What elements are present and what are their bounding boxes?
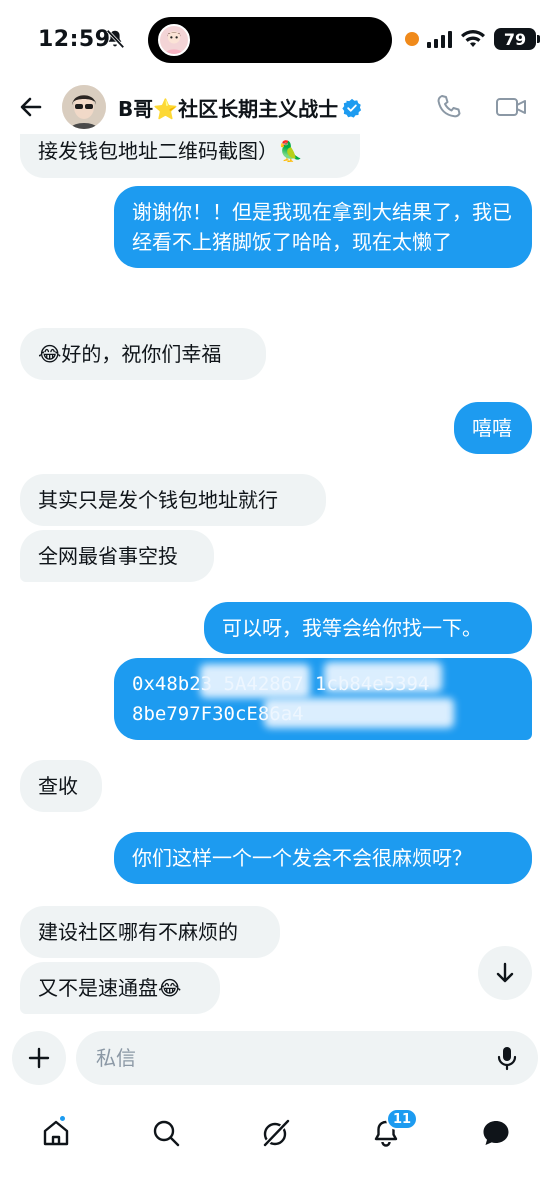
message-input-container xyxy=(76,1031,538,1085)
dynamic-island xyxy=(148,17,392,63)
nav-notifications[interactable]: 11 xyxy=(358,1108,419,1158)
message-text: 建设社区哪有不麻烦的 xyxy=(38,920,238,944)
message-text: 全网最省事空投 xyxy=(38,544,178,568)
contact-avatar[interactable] xyxy=(62,85,106,129)
bottom-navigation: 11 xyxy=(0,1100,552,1200)
message-input[interactable] xyxy=(96,1031,476,1085)
received-message[interactable]: 其实只是发个钱包地址就行 xyxy=(20,474,326,526)
add-attachment-button[interactable] xyxy=(12,1031,66,1085)
arrow-down-icon xyxy=(496,962,514,983)
notifications-badge: 11 xyxy=(386,1108,419,1130)
video-call-icon[interactable] xyxy=(494,92,528,122)
message-text-line: 接发钱包地址二维码截图）🦜 xyxy=(38,139,303,163)
contact-name[interactable]: B哥⭐社区长期主义战士 xyxy=(118,93,362,122)
verified-badge-icon xyxy=(342,98,362,118)
message-text: 其实只是发个钱包地址就行 xyxy=(38,488,278,512)
island-avatar xyxy=(158,24,190,56)
sent-message[interactable]: 可以呀，我等会给你找一下。 xyxy=(204,602,532,654)
message-composer xyxy=(0,1028,552,1092)
back-arrow-icon[interactable] xyxy=(16,92,46,122)
received-message[interactable]: 又不是速通盘😂 xyxy=(20,962,220,1014)
nav-messages[interactable] xyxy=(468,1108,524,1158)
battery-indicator: 79 xyxy=(494,28,540,50)
received-message[interactable]: 建设社区哪有不麻烦的 xyxy=(20,906,280,958)
redaction-blur xyxy=(324,662,442,692)
contact-name-text: B哥⭐社区长期主义战士 xyxy=(118,97,339,121)
chat-header: B哥⭐社区长期主义战士 xyxy=(0,80,552,134)
message-text: 查收 xyxy=(38,774,78,798)
message-text: 又不是速通盘😂 xyxy=(38,976,182,1000)
received-message[interactable]: 查收 xyxy=(20,760,102,812)
home-unread-dot xyxy=(58,1114,67,1123)
scroll-to-bottom-button[interactable] xyxy=(478,946,532,1000)
status-bar: 12:59 79 xyxy=(0,0,552,84)
bell-off-icon xyxy=(106,29,125,49)
redaction-blur xyxy=(200,664,310,698)
sent-message[interactable]: 你们这样一个一个发会不会很麻烦呀？ xyxy=(114,832,532,884)
microphone-icon[interactable] xyxy=(494,1045,520,1071)
message-text: 😂好的，祝你们幸福 xyxy=(38,342,222,366)
messages-icon xyxy=(483,1121,509,1145)
plus-icon xyxy=(28,1047,50,1069)
nav-grok[interactable] xyxy=(248,1108,304,1158)
received-message[interactable]: 全网最省事空投 xyxy=(20,530,214,582)
status-time: 12:59 xyxy=(38,27,111,52)
wifi-icon xyxy=(461,30,485,47)
received-message[interactable]: 😂好的，祝你们幸福 xyxy=(20,328,266,380)
message-text: 嘻嘻 xyxy=(472,416,512,440)
signal-icon xyxy=(427,30,452,48)
status-right: 79 xyxy=(405,26,540,52)
phone-call-icon[interactable] xyxy=(434,92,464,122)
nav-home[interactable] xyxy=(28,1108,84,1158)
home-icon xyxy=(43,1120,69,1146)
grok-icon xyxy=(263,1119,290,1147)
message-text-line: 0x48b23 5A42867 1cb84e5394 xyxy=(132,673,429,695)
message-text: 你们这样一个一个发会不会很麻烦呀？ xyxy=(132,846,472,870)
redaction-blur xyxy=(264,698,454,728)
search-icon xyxy=(153,1120,180,1147)
sent-message[interactable]: 谢谢你！！但是我现在拿到大结果了，我已经看不上猪脚饭了哈哈，现在太懒了 xyxy=(114,186,532,268)
sent-message[interactable]: 嘻嘻 xyxy=(454,402,532,454)
recording-indicator xyxy=(405,32,419,46)
nav-search[interactable] xyxy=(138,1108,194,1158)
message-text: 可以呀，我等会给你找一下。 xyxy=(222,616,482,640)
message-text: 谢谢你！！但是我现在拿到大结果了，我已经看不上猪脚饭了哈哈，现在太懒了 xyxy=(132,200,512,254)
sent-message-wallet-address[interactable]: 0x48b23 5A42867 1cb84e5394 8be797F30cE86… xyxy=(114,658,532,740)
